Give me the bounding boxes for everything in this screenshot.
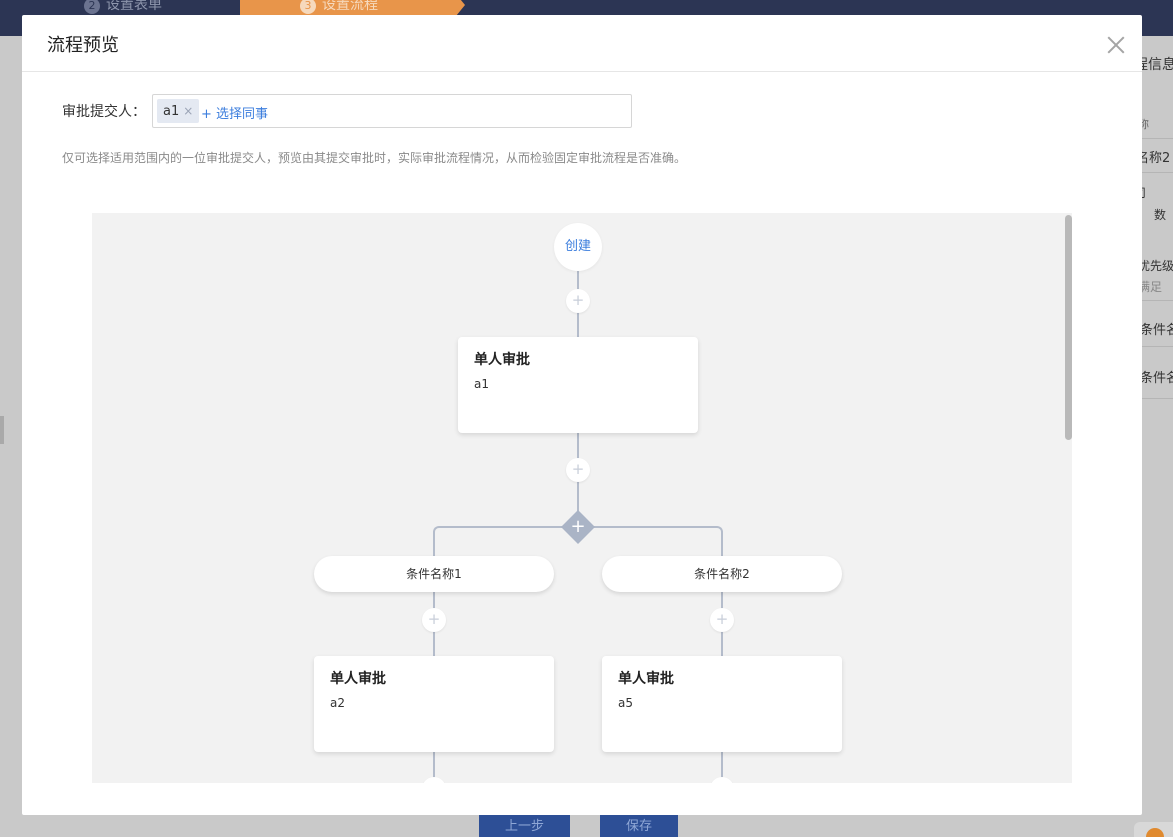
start-node: 创建	[554, 223, 602, 271]
divider	[1142, 300, 1173, 301]
right-panel-text: 名称2	[1142, 151, 1171, 166]
approval-node[interactable]: 单人审批 a2	[314, 656, 554, 752]
save-button[interactable]: 保存	[600, 815, 678, 837]
background-step-flow: 3 设置流程	[240, 0, 465, 16]
select-colleague-link[interactable]: + 选择同事	[201, 103, 268, 122]
step-label: 设置流程	[322, 0, 378, 13]
background-left-tab	[0, 416, 4, 444]
divider	[1142, 398, 1173, 399]
right-panel-text: 优先级	[1142, 259, 1173, 273]
divider	[1142, 138, 1173, 139]
right-panel-text: 条件名	[1142, 323, 1173, 338]
selected-submitter-tag: a1 ×	[157, 99, 200, 123]
connector-line	[721, 539, 723, 557]
background-right-panel: 程信息 称 名称2 司 ） 数 优先级 满足 条件名 条件名	[1142, 36, 1173, 796]
submitter-select[interactable]: a1 × + 选择同事	[152, 94, 632, 128]
background-step-form: 2 设置表单	[84, 0, 162, 16]
remove-tag-icon[interactable]: ×	[183, 99, 193, 123]
help-widget[interactable]	[1134, 822, 1173, 837]
right-panel-text: 条件名	[1142, 371, 1173, 386]
dialog-header: 流程预览	[22, 15, 1142, 72]
approval-node-title: 单人审批	[474, 352, 530, 368]
branch-corner	[709, 526, 723, 540]
approval-node[interactable]: 单人审批 a1	[458, 337, 698, 433]
canvas-scrollbar-thumb[interactable]	[1065, 215, 1072, 440]
right-panel-text: 满足	[1142, 280, 1163, 294]
right-panel-text: 程信息	[1142, 57, 1173, 73]
step-number: 3	[300, 0, 316, 14]
add-node-plus-icon[interactable]: +	[422, 608, 446, 632]
connector-line	[433, 539, 435, 557]
approval-node-approver: a5	[618, 696, 633, 710]
add-node-plus-icon[interactable]	[710, 777, 734, 783]
approval-node[interactable]: 单人审批 a5	[602, 656, 842, 752]
step-label: 设置表单	[106, 0, 162, 13]
previous-step-button[interactable]: 上一步	[479, 815, 570, 837]
right-panel-text: ） 数	[1142, 208, 1167, 222]
add-node-plus-icon[interactable]	[422, 777, 446, 783]
flow-preview-dialog: 流程预览 审批提交人： a1 × + 选择同事 仅可选择适用范围内的一位审批提交人…	[22, 15, 1142, 815]
approval-node-approver: a1	[474, 377, 489, 391]
divider	[1142, 172, 1173, 173]
add-node-plus-icon[interactable]: +	[566, 289, 590, 313]
close-icon[interactable]	[1105, 34, 1127, 56]
right-panel-text: 司	[1142, 184, 1173, 201]
branch-corner	[433, 526, 447, 540]
add-node-plus-icon[interactable]: +	[566, 458, 590, 482]
submitter-label: 审批提交人：	[62, 104, 146, 120]
approval-node-approver: a2	[330, 696, 345, 710]
approval-node-title: 单人审批	[618, 671, 674, 687]
step-number: 2	[84, 0, 100, 14]
flow-canvas: 创建 + 单人审批 a1 + + 条件名称1 条件名称2 + + 单人审批 a2…	[92, 213, 1072, 783]
dialog-title: 流程预览	[47, 35, 119, 56]
submitter-hint: 仅可选择适用范围内的一位审批提交人，预览由其提交审批时，实际审批流程情况，从而检…	[62, 151, 687, 165]
condition-node[interactable]: 条件名称2	[602, 556, 842, 592]
add-branch-plus-icon[interactable]: +	[566, 515, 590, 539]
approval-node-title: 单人审批	[330, 671, 386, 687]
condition-node[interactable]: 条件名称1	[314, 556, 554, 592]
right-panel-text: 称	[1142, 118, 1149, 131]
divider	[1142, 346, 1173, 347]
add-node-plus-icon[interactable]: +	[710, 608, 734, 632]
selected-submitter-name: a1	[163, 104, 180, 119]
